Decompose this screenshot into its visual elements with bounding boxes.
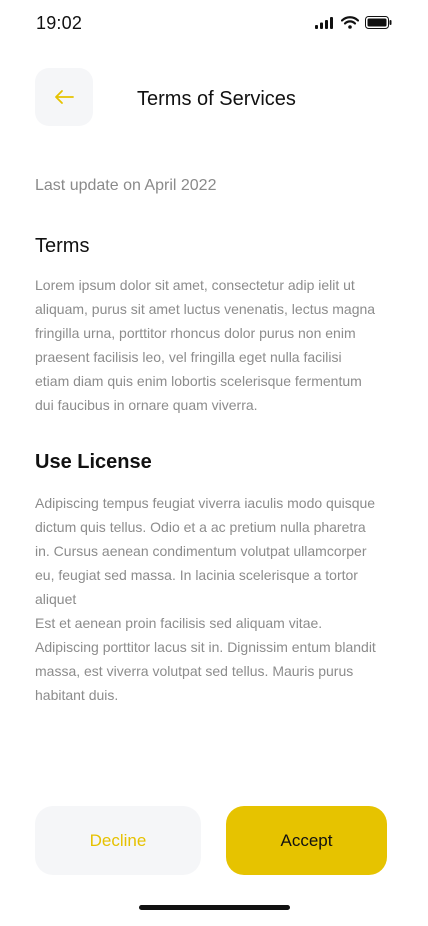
body-line: massa, est viverra volutpat sed tellus. … (35, 663, 354, 679)
terms-screen: 19:02 Terms of Services Last update on A… (0, 0, 428, 926)
body-line: eu, feugiat sed massa. In lacinia sceler… (35, 567, 358, 583)
home-indicator (139, 905, 290, 910)
page-title: Terms of Services (137, 88, 296, 110)
status-icons (315, 16, 392, 29)
status-bar: 19:02 (0, 0, 428, 48)
body-line: in. Cursus aenean condimentum volutpat u… (35, 543, 367, 559)
body-line: etiam diam quis enim lobortis scelerisqu… (35, 373, 362, 389)
decline-button[interactable]: Decline (35, 806, 201, 875)
body-line: fringilla urna, porttitor rhoncus dolor … (35, 325, 356, 341)
battery-icon (365, 16, 392, 29)
use-license-body: Adipiscing tempus feugiat viverra iaculi… (35, 491, 395, 707)
accept-button[interactable]: Accept (226, 806, 387, 875)
body-line: Adipiscing porttitor lacus sit in. Digni… (35, 639, 376, 655)
body-line: praesent facilisis leo, vel fringilla eg… (35, 349, 342, 365)
arrow-left-icon (55, 90, 74, 104)
body-line: aliquet (35, 591, 77, 607)
status-time: 19:02 (36, 13, 83, 33)
body-line: dictum quis tellus. Odio et a ac pretium… (35, 519, 366, 535)
signal-icon (315, 16, 333, 29)
body-line: Adipiscing tempus feugiat viverra iaculi… (35, 495, 376, 511)
body-line: aliquam, purus sit amet luctus venenatis… (35, 301, 376, 317)
body-line: dui faucibus in ornare quam viverra. (35, 397, 258, 413)
wifi-icon (341, 16, 359, 29)
section-heading-use-license: Use License (35, 451, 152, 473)
terms-body: Lorem ipsum dolor sit amet, consectetur … (35, 273, 395, 417)
last-update-text: Last update on April 2022 (35, 177, 217, 194)
body-line: Est et aenean proin facilisis sed aliqua… (35, 615, 323, 631)
back-button[interactable] (35, 68, 93, 126)
section-heading-terms: Terms (35, 235, 90, 257)
body-line: habitant duis. (35, 687, 119, 703)
body-line: Lorem ipsum dolor sit amet, consectetur … (35, 277, 355, 293)
